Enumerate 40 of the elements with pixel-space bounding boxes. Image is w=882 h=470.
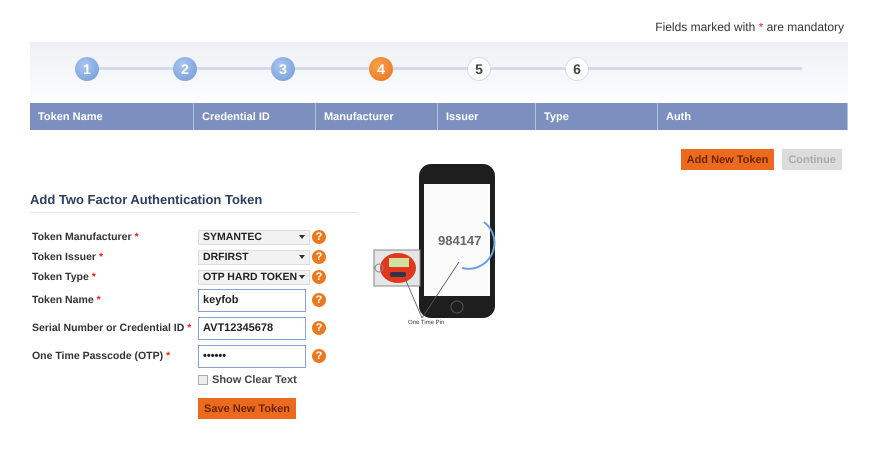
select-field[interactable]: SYMANTEC	[198, 230, 310, 244]
field-label: Token Type *	[31, 271, 97, 283]
column-header: Manufacturer	[316, 103, 438, 130]
field-label: Token Manufacturer *	[31, 231, 140, 243]
otp-code: 984147	[438, 233, 482, 248]
select-field[interactable]: OTP HARD TOKEN	[198, 270, 310, 284]
checkbox-label: Show Clear Text	[212, 374, 297, 386]
step-circle: 2	[173, 57, 197, 81]
step-circle: 5	[467, 57, 491, 81]
column-header: Issuer	[438, 103, 536, 130]
step-circle: 3	[271, 57, 295, 81]
help-icon[interactable]: ?	[312, 349, 326, 363]
help-icon[interactable]: ?	[312, 230, 326, 244]
field-label: Token Name *	[31, 294, 102, 306]
input-field[interactable]: keyfob	[198, 288, 306, 312]
help-icon[interactable]: ?	[312, 250, 326, 264]
checkbox[interactable]	[198, 375, 208, 385]
dropdown-caret-icon	[299, 255, 305, 259]
field-label: One Time Passcode (OTP) *	[31, 350, 172, 362]
step-circle: 1	[75, 57, 99, 81]
step-circle: 4	[369, 57, 393, 81]
column-header: Token Name	[30, 103, 194, 130]
column-header: Auth	[658, 103, 848, 130]
help-icon[interactable]: ?	[312, 293, 326, 307]
dropdown-caret-icon	[299, 275, 305, 279]
field-label: Serial Number or Credential ID *	[31, 322, 192, 334]
form-title: Add Two Factor Authentication Token	[30, 192, 358, 213]
dropdown-caret-icon	[299, 235, 305, 239]
password-field[interactable]: ••••••	[198, 344, 306, 368]
step-circle: 6	[565, 57, 589, 81]
column-header: Credential ID	[194, 103, 316, 130]
input-field[interactable]: AVT12345678	[198, 316, 306, 340]
add-token-button[interactable]: Add New Token	[680, 149, 774, 170]
mandatory-note: Fields marked with * are mandatory	[654, 19, 845, 36]
select-field[interactable]: DRFIRST	[198, 250, 310, 264]
help-icon[interactable]: ?	[312, 270, 326, 284]
field-label: Token Issuer *	[31, 251, 104, 263]
save-token-button[interactable]: Save New Token	[198, 398, 296, 419]
help-icon[interactable]: ?	[312, 321, 326, 335]
column-header: Type	[536, 103, 658, 130]
